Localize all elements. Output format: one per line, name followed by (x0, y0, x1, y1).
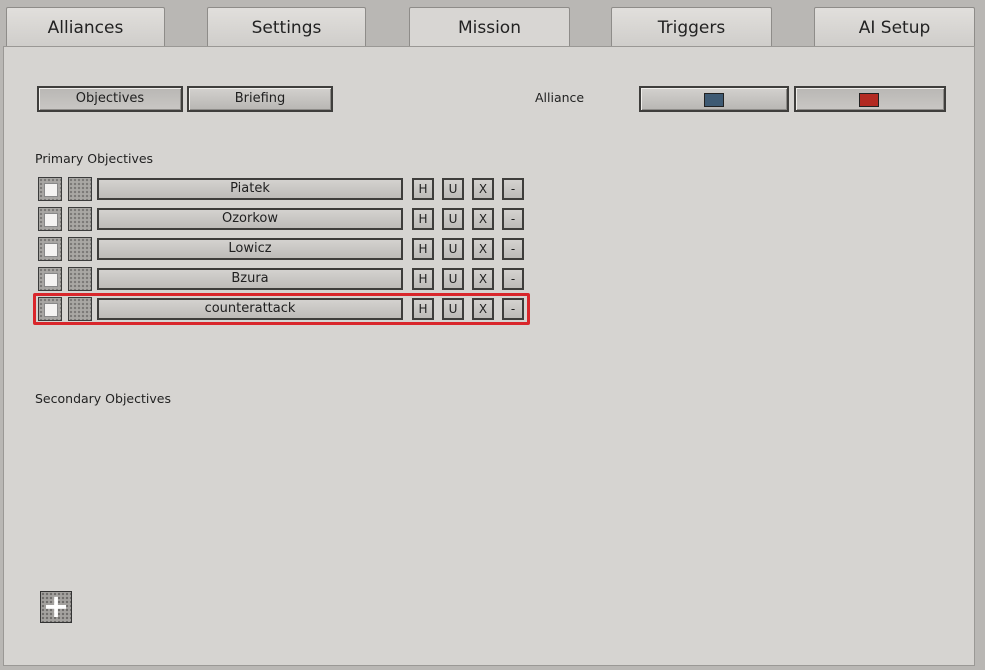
red-swatch (859, 93, 879, 107)
alliance-blue-button[interactable] (639, 86, 789, 112)
objective-remove-button[interactable]: - (502, 208, 524, 230)
objective-checkbox[interactable] (38, 207, 62, 231)
objective-x-button[interactable]: X (472, 238, 494, 260)
mission-panel (3, 46, 975, 666)
primary-objectives-heading: Primary Objectives (35, 151, 154, 166)
objective-x-button[interactable]: X (472, 208, 494, 230)
plus-icon: + (42, 587, 70, 625)
objective-name-button[interactable]: Ozorkow (97, 208, 403, 230)
objectives-subtab[interactable]: Objectives (37, 86, 183, 112)
objective-u-button[interactable]: U (442, 208, 464, 230)
blue-swatch (704, 93, 724, 107)
tab-alliances[interactable]: Alliances (6, 7, 165, 47)
objective-remove-button[interactable]: - (502, 238, 524, 260)
add-objective-button[interactable]: + (40, 590, 72, 623)
alliance-red-button[interactable] (794, 86, 946, 112)
tab-bar: Alliances Settings Mission Triggers AI S… (0, 0, 985, 49)
objective-name-button[interactable]: Piatek (97, 178, 403, 200)
tab-triggers[interactable]: Triggers (611, 7, 772, 47)
objective-h-button[interactable]: H (412, 208, 434, 230)
tab-settings[interactable]: Settings (207, 7, 366, 47)
secondary-objectives-heading: Secondary Objectives (35, 391, 171, 406)
objective-toggle[interactable] (68, 177, 92, 201)
tab-mission[interactable]: Mission (409, 7, 570, 49)
objective-u-button[interactable]: U (442, 268, 464, 290)
objective-u-button[interactable]: U (442, 178, 464, 200)
alliance-label: Alliance (535, 90, 585, 105)
tab-ai-setup[interactable]: AI Setup (814, 7, 975, 47)
objective-h-button[interactable]: H (412, 178, 434, 200)
objective-checkbox[interactable] (38, 267, 62, 291)
objective-remove-button[interactable]: - (502, 268, 524, 290)
objective-toggle[interactable] (68, 207, 92, 231)
objective-toggle[interactable] (68, 237, 92, 261)
objective-x-button[interactable]: X (472, 178, 494, 200)
objective-h-button[interactable]: H (412, 238, 434, 260)
objective-checkbox[interactable] (38, 177, 62, 201)
objective-name-button[interactable]: Bzura (97, 268, 403, 290)
objective-name-button[interactable]: Lowicz (97, 238, 403, 260)
objective-h-button[interactable]: H (412, 268, 434, 290)
briefing-subtab[interactable]: Briefing (187, 86, 333, 112)
objective-checkbox[interactable] (38, 237, 62, 261)
selection-highlight (33, 293, 530, 325)
objective-x-button[interactable]: X (472, 268, 494, 290)
objective-remove-button[interactable]: - (502, 178, 524, 200)
objective-u-button[interactable]: U (442, 238, 464, 260)
objective-toggle[interactable] (68, 267, 92, 291)
